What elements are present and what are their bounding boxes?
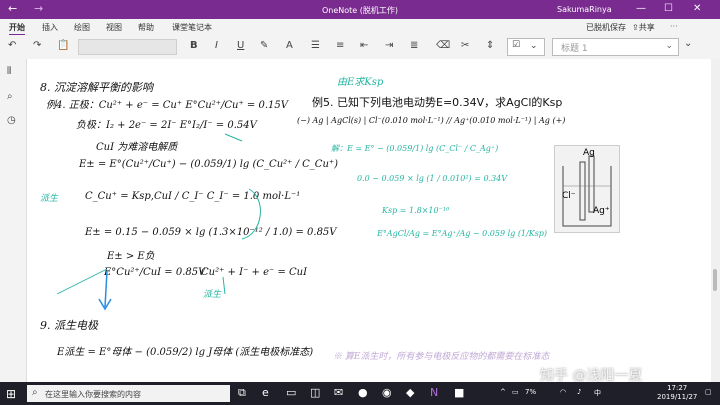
- minimize-button[interactable]: —: [636, 3, 646, 14]
- heading-9: 9. 派生电极: [40, 319, 98, 332]
- chevron-down-icon: ⌄: [530, 41, 538, 51]
- tab-view[interactable]: 视图: [106, 22, 122, 33]
- edge-icon[interactable]: e: [262, 386, 269, 399]
- share-icon: ⇪: [632, 23, 639, 32]
- green-eq-1: 解：E = E° − (0.059/1) lg (C_Cl⁻ / C_Ag⁺): [331, 144, 499, 153]
- app-icon-1[interactable]: ●: [358, 386, 368, 399]
- checkbox-icon: ☑: [512, 40, 521, 50]
- title-bar: ← → OneNote (脱机工作) SakumaRinya — ☐ ✕: [0, 0, 720, 19]
- wifi-icon[interactable]: ◠: [560, 388, 566, 396]
- green-eq-4: E°AgCl/Ag = E°Ag⁺/Ag − 0.059 lg (1/Ksp): [377, 229, 548, 238]
- redo-icon[interactable]: ↷: [33, 40, 41, 51]
- electrode-diagram: Ag Cl⁻ Ag⁺: [554, 145, 620, 233]
- bold-button[interactable]: B: [190, 40, 198, 51]
- tab-insert[interactable]: 插入: [42, 22, 58, 33]
- more-icon[interactable]: ···: [670, 22, 678, 31]
- align-icon[interactable]: ≣: [410, 40, 418, 51]
- ribbon-toggle-icon[interactable]: ⌄: [684, 38, 692, 49]
- diagram-label-ag: Ag: [583, 148, 595, 158]
- onenote-icon[interactable]: N: [430, 386, 438, 399]
- input-method-icon[interactable]: 中: [594, 388, 601, 398]
- undo-icon[interactable]: ↶: [8, 40, 16, 51]
- save-status: 已脱机保存: [586, 23, 626, 32]
- style-value: 标题 1: [561, 44, 588, 54]
- bullets-icon[interactable]: ☰: [311, 40, 320, 51]
- search-icon: ⌕: [32, 387, 38, 398]
- window-title: OneNote (脱机工作): [321, 6, 398, 15]
- clear-format-icon[interactable]: ⌫: [436, 40, 450, 51]
- scrollbar-thumb[interactable]: [713, 269, 717, 291]
- recent-icon[interactable]: ◷: [7, 115, 16, 126]
- taskbar-search[interactable]: ⌕ 在这里输入你要搜索的内容: [27, 385, 230, 402]
- vertical-scrollbar[interactable]: [711, 59, 720, 382]
- search-icon[interactable]: ⌕: [7, 91, 13, 102]
- example-5: 例5. 已知下列电池电动势E=0.34V，求AgCl的Ksp: [312, 96, 563, 109]
- left-nav: ⫴ ⌕ ◷: [0, 59, 27, 382]
- battery-icon[interactable]: ▭: [512, 388, 519, 396]
- notebooks-icon[interactable]: ⫴: [7, 66, 11, 77]
- italic-button[interactable]: I: [215, 40, 218, 51]
- highlight-icon[interactable]: ✎: [260, 40, 268, 51]
- app-icon-3[interactable]: ◆: [406, 386, 414, 399]
- diagram-label-cl: Cl⁻: [562, 191, 576, 201]
- tray-chevron-icon[interactable]: ^: [500, 388, 506, 396]
- style-dropdown[interactable]: 标题 1 ⌄: [552, 38, 679, 56]
- clock-date: 2019/11/27: [657, 393, 698, 401]
- clipboard-icon[interactable]: 📋: [57, 40, 69, 51]
- bottom-note: ※ 算E派生时，所有参与电极反应物的都需要在标准态: [333, 352, 550, 362]
- clock[interactable]: 17:27 2019/11/27: [657, 384, 697, 402]
- tab-draw[interactable]: 绘图: [74, 22, 90, 33]
- indent-icon[interactable]: ⇥: [385, 40, 393, 51]
- spacing-icon[interactable]: ⇕: [486, 40, 494, 51]
- mail-icon[interactable]: ✉: [334, 386, 343, 399]
- task-view-icon[interactable]: ⧉: [238, 386, 246, 400]
- font-color-icon[interactable]: A: [286, 40, 293, 51]
- note-canvas[interactable]: 8. 沉淀溶解平衡的影响 例4. 正极：Cu²⁺ + e⁻ = Cu⁺ E°Cu…: [27, 59, 711, 382]
- app-icon-4[interactable]: ■: [454, 386, 464, 399]
- store-icon[interactable]: ◫: [310, 386, 320, 399]
- share-label: 共享: [638, 23, 655, 32]
- close-button[interactable]: ✕: [693, 3, 701, 14]
- notification-icon[interactable]: ▢: [705, 388, 712, 396]
- tag-dropdown[interactable]: ☑ ⌄: [507, 38, 545, 56]
- volume-icon[interactable]: ♪: [577, 388, 581, 396]
- user-name[interactable]: SakumaRinya: [557, 5, 612, 14]
- green-eq-2: 0.0 − 0.059 × lg (1 / 0.010²) = 0.34V: [357, 174, 508, 183]
- explorer-icon[interactable]: ▭: [286, 386, 296, 399]
- app-icon-2[interactable]: ◉: [382, 386, 392, 399]
- share-button[interactable]: ⇪共享: [632, 22, 655, 33]
- font-family-box[interactable]: [78, 39, 177, 55]
- equation-6: E派生 = E°母体 − (0.059/2) lg J母体 (派生电极标准态): [57, 347, 314, 358]
- chevron-down-icon: ⌄: [665, 41, 673, 51]
- cell-notation: (−) Ag | AgCl(s) | Cl⁻(0.010 mol·L⁻¹) //…: [297, 116, 566, 125]
- green-eq-3: Ksp = 1.8×10⁻¹⁰: [382, 206, 450, 215]
- green-heading: 由E求Ksp: [337, 77, 384, 88]
- clock-time: 17:27: [667, 384, 688, 392]
- toolbar: ↶ ↷ 📋 B I U ✎ A ☰ ≡ ⇤ ⇥ ≣ ⌫ ✂ ⇕ ☑ ⌄ 标题 1…: [0, 35, 720, 60]
- tab-help[interactable]: 帮助: [138, 22, 154, 33]
- search-placeholder: 在这里输入你要搜索的内容: [45, 390, 141, 399]
- taskbar: ⊞ ⌕ 在这里输入你要搜索的内容 ⧉ e ▭ ◫ ✉ ● ◉ ◆ N ■ ^ ▭…: [0, 382, 720, 405]
- ribbon-tabs: 开始 插入 绘图 视图 帮助 课堂笔记本 已脱机保存 ⇪共享 ···: [0, 19, 720, 36]
- windows-start-icon[interactable]: ⊞: [6, 387, 16, 401]
- maximize-button[interactable]: ☐: [664, 3, 673, 14]
- outdent-icon[interactable]: ⇤: [360, 40, 368, 51]
- eraser-icon[interactable]: ✂: [461, 40, 469, 51]
- underline-button[interactable]: U: [237, 40, 244, 51]
- beaker-drawing: [562, 155, 612, 227]
- numbering-icon[interactable]: ≡: [336, 40, 344, 51]
- battery-percent: 7%: [525, 388, 537, 396]
- tab-class-notebook[interactable]: 课堂笔记本: [172, 22, 212, 33]
- diagram-label-ag-ion: Ag⁺: [593, 206, 610, 216]
- tab-home[interactable]: 开始: [9, 22, 25, 36]
